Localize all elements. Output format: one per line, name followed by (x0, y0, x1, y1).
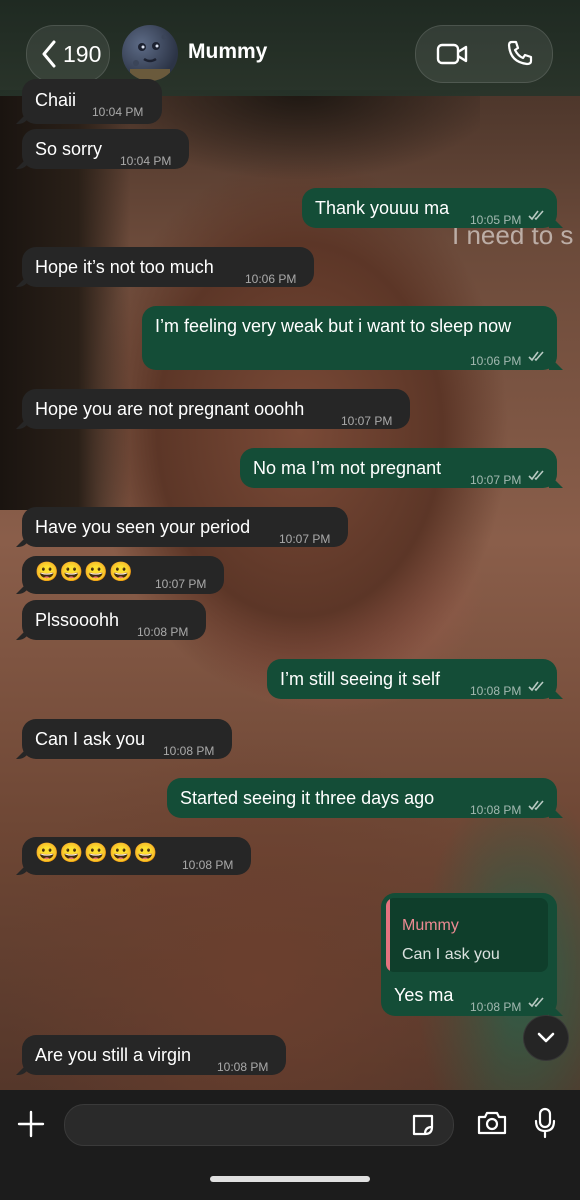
message-outgoing[interactable]: I’m still seeing it self 10:08 PM (267, 659, 557, 699)
message-time: 10:08 PM (470, 684, 522, 698)
message-text: Started seeing it three days ago (180, 788, 435, 808)
message-incoming[interactable]: Are you still a virgin 10:08 PM (22, 1035, 286, 1075)
message-time: 10:04 PM (120, 154, 172, 168)
message-text: Chaii (35, 90, 77, 110)
quote-accent-bar (386, 898, 390, 972)
message-text: Can I ask you (35, 729, 146, 749)
message-text: Have you seen your period (35, 517, 251, 537)
message-incoming[interactable]: 😀😀😀😀😀 10:08 PM (22, 837, 251, 875)
message-time: 10:05 PM (470, 213, 522, 227)
read-receipt-icon (528, 351, 544, 362)
message-incoming[interactable]: 😀😀😀😀 10:07 PM (22, 556, 224, 594)
camera-icon[interactable] (476, 1110, 508, 1136)
read-receipt-icon (528, 210, 544, 221)
message-text: So sorry (35, 139, 103, 159)
message-text: Plssooohh (35, 610, 120, 630)
message-time: 10:06 PM (470, 354, 522, 368)
read-receipt-icon (528, 470, 544, 481)
quoted-text: Can I ask you (402, 946, 500, 963)
contact-name[interactable]: Mummy (188, 40, 267, 64)
call-actions (415, 25, 553, 83)
message-text: Are you still a virgin (35, 1045, 192, 1065)
sticker-icon[interactable] (410, 1112, 436, 1138)
message-composer (0, 1090, 580, 1200)
message-text: Yes ma (394, 985, 454, 1005)
message-time: 10:07 PM (341, 414, 393, 428)
read-receipt-icon (528, 681, 544, 692)
message-text: No ma I’m not pregnant (253, 458, 442, 478)
message-text: Hope you are not pregnant ooohh (35, 399, 305, 419)
message-outgoing[interactable]: Thank youuu ma 10:05 PM (302, 188, 557, 228)
message-text: I’m feeling very weak but i want to slee… (155, 316, 512, 336)
home-indicator (210, 1176, 370, 1182)
moon-face-icon (130, 34, 170, 81)
message-time: 10:08 PM (182, 858, 234, 872)
message-incoming[interactable]: Hope it’s not too much 10:06 PM (22, 247, 314, 287)
message-incoming[interactable]: Can I ask you 10:08 PM (22, 719, 232, 759)
message-incoming[interactable]: Plssooohh 10:08 PM (22, 600, 206, 640)
message-time: 10:08 PM (470, 1000, 522, 1014)
message-outgoing[interactable]: No ma I’m not pregnant 10:07 PM (240, 448, 557, 488)
message-text: 😀😀😀😀😀 (35, 843, 159, 864)
read-receipt-icon (528, 997, 544, 1008)
message-incoming[interactable]: Have you seen your period 10:07 PM (22, 507, 348, 547)
message-text: I’m still seeing it self (280, 669, 441, 689)
message-time: 10:08 PM (470, 803, 522, 817)
quoted-author: Mummy (402, 917, 459, 934)
video-camera-icon[interactable] (436, 42, 468, 66)
phone-icon[interactable] (506, 39, 534, 67)
chevron-down-icon (537, 1032, 555, 1043)
message-time: 10:07 PM (470, 473, 522, 487)
chevron-left-icon (42, 40, 56, 68)
message-outgoing[interactable]: I’m feeling very weak but i want to slee… (142, 306, 557, 370)
quoted-message[interactable]: Mummy Can I ask you (386, 898, 548, 972)
message-time: 10:08 PM (217, 1060, 269, 1074)
message-text: Thank youuu ma (315, 198, 450, 218)
unread-count: 190 (63, 41, 102, 67)
message-time: 10:06 PM (245, 272, 297, 286)
message-incoming[interactable]: Hope you are not pregnant ooohh 10:07 PM (22, 389, 410, 429)
message-text: 😀😀😀😀 (35, 562, 134, 583)
message-input[interactable] (64, 1104, 454, 1146)
message-time: 10:04 PM (92, 105, 144, 119)
message-outgoing-reply[interactable]: Mummy Can I ask you Yes ma 10:08 PM (381, 893, 557, 1016)
plus-icon[interactable] (17, 1110, 45, 1138)
avatar[interactable] (122, 25, 178, 81)
message-time: 10:07 PM (155, 577, 207, 591)
message-incoming[interactable]: So sorry 10:04 PM (22, 129, 189, 169)
back-button[interactable]: 190 (26, 25, 110, 83)
read-receipt-icon (528, 800, 544, 811)
message-time: 10:08 PM (163, 744, 215, 758)
scroll-to-bottom-button[interactable] (523, 1015, 569, 1061)
message-outgoing[interactable]: Started seeing it three days ago 10:08 P… (167, 778, 557, 818)
message-incoming[interactable]: Chaii 10:04 PM (22, 79, 162, 124)
microphone-icon[interactable] (534, 1107, 556, 1139)
message-time: 10:08 PM (137, 625, 189, 639)
message-text: Hope it’s not too much (35, 257, 214, 277)
message-time: 10:07 PM (279, 532, 331, 546)
